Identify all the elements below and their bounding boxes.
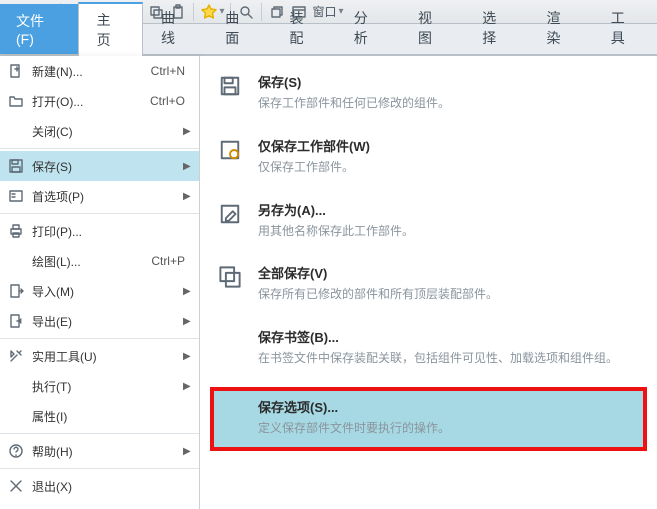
menu-label: 绘图(L)... — [26, 253, 151, 270]
chevron-right-icon: ▶ — [183, 381, 193, 392]
export-icon — [6, 313, 26, 329]
menu-label: 实用工具(U) — [26, 348, 183, 365]
submenu-title: 保存(S) — [258, 72, 633, 91]
chevron-right-icon: ▶ — [183, 286, 193, 297]
menu-export[interactable]: 导出(E) ▶ — [0, 306, 199, 336]
chevron-right-icon: ▶ — [183, 446, 193, 457]
submenu-desc: 在书签文件中保存装配关联，包括组件可见性、加载选项和组件组。 — [258, 350, 633, 367]
menu-shortcut: Ctrl+O — [150, 94, 193, 108]
menu-save[interactable]: 保存(S) ▶ — [0, 151, 199, 181]
print-icon — [6, 223, 26, 239]
submenu-save-options[interactable]: 保存选项(S)... 定义保存部件文件时要执行的操作。 — [210, 387, 647, 451]
file-menu: 新建(N)... Ctrl+N 打开(O)... Ctrl+O 关闭(C) ▶ … — [0, 56, 200, 509]
tab-home[interactable]: 主页 — [78, 2, 143, 56]
tab-assembly[interactable]: 装配 — [271, 2, 335, 54]
tab-curve[interactable]: 曲线 — [143, 2, 207, 54]
tab-view[interactable]: 视图 — [400, 2, 464, 54]
submenu-desc: 仅保存工作部件。 — [258, 159, 633, 176]
tab-select[interactable]: 选择 — [464, 2, 528, 54]
menu-label: 打开(O)... — [26, 93, 150, 110]
blank-icon — [216, 397, 244, 425]
preferences-icon — [6, 188, 26, 204]
menu-preferences[interactable]: 首选项(P) ▶ — [0, 181, 199, 211]
menu-label: 帮助(H) — [26, 443, 183, 460]
help-icon — [6, 443, 26, 459]
exit-icon — [6, 478, 26, 494]
menu-label: 执行(T) — [26, 378, 183, 395]
menu-shortcut: Ctrl+P — [151, 254, 193, 268]
tab-file[interactable]: 文件(F) — [0, 4, 78, 54]
import-icon — [6, 283, 26, 299]
save-icon — [216, 72, 244, 100]
save-submenu: 保存(S) 保存工作部件和任何已修改的组件。 仅保存工作部件(W) 仅保存工作部… — [200, 56, 657, 509]
ribbon-tabs: 文件(F) 主页 曲线 曲面 装配 分析 视图 选择 渲染 工具 — [0, 24, 657, 56]
chevron-right-icon: ▶ — [183, 126, 193, 137]
submenu-save-all[interactable]: 全部保存(V) 保存所有已修改的部件和所有顶层装配部件。 — [200, 253, 657, 317]
submenu-title: 保存书签(B)... — [258, 327, 633, 346]
open-file-icon — [6, 93, 26, 109]
menu-separator — [0, 433, 199, 434]
menu-shortcut: Ctrl+N — [151, 64, 193, 78]
submenu-title: 仅保存工作部件(W) — [258, 136, 633, 155]
tab-render[interactable]: 渲染 — [529, 2, 593, 54]
menu-label: 新建(N)... — [26, 63, 151, 80]
menu-label: 导出(E) — [26, 313, 183, 330]
menu-label: 关闭(C) — [26, 123, 183, 140]
menu-label: 首选项(P) — [26, 188, 183, 205]
submenu-title: 另存为(A)... — [258, 200, 633, 219]
menu-separator — [0, 338, 199, 339]
menu-utilities[interactable]: 实用工具(U) ▶ — [0, 341, 199, 371]
chevron-right-icon: ▶ — [183, 161, 193, 172]
menu-separator — [0, 213, 199, 214]
new-file-icon — [6, 63, 26, 79]
menu-open[interactable]: 打开(O)... Ctrl+O — [0, 86, 199, 116]
chevron-right-icon: ▶ — [183, 351, 193, 362]
save-work-icon — [216, 136, 244, 164]
menu-label: 打印(P)... — [26, 223, 193, 240]
menu-separator — [0, 468, 199, 469]
menu-label: 退出(X) — [26, 478, 193, 495]
menu-separator — [0, 148, 199, 149]
menu-help[interactable]: 帮助(H) ▶ — [0, 436, 199, 466]
menu-label: 保存(S) — [26, 158, 183, 175]
menu-close[interactable]: 关闭(C) ▶ — [0, 116, 199, 146]
submenu-title: 保存选项(S)... — [258, 397, 623, 416]
submenu-save-as[interactable]: 另存为(A)... 用其他名称保存此工作部件。 — [200, 190, 657, 254]
menu-properties[interactable]: 属性(I) — [0, 401, 199, 431]
menu-execute[interactable]: 执行(T) ▶ — [0, 371, 199, 401]
submenu-desc: 用其他名称保存此工作部件。 — [258, 223, 633, 240]
tab-surface[interactable]: 曲面 — [207, 2, 271, 54]
save-icon — [6, 158, 26, 174]
tab-tool[interactable]: 工具 — [593, 2, 657, 54]
menu-exit[interactable]: 退出(X) — [0, 471, 199, 501]
submenu-desc: 定义保存部件文件时要执行的操作。 — [258, 420, 623, 437]
submenu-save[interactable]: 保存(S) 保存工作部件和任何已修改的组件。 — [200, 62, 657, 126]
bookmark-icon — [216, 327, 244, 355]
menu-print[interactable]: 打印(P)... — [0, 216, 199, 246]
menu-label: 导入(M) — [26, 283, 183, 300]
menu-import[interactable]: 导入(M) ▶ — [0, 276, 199, 306]
tab-analyze[interactable]: 分析 — [336, 2, 400, 54]
submenu-save-work-only[interactable]: 仅保存工作部件(W) 仅保存工作部件。 — [200, 126, 657, 190]
save-all-icon — [216, 263, 244, 291]
tools-icon — [6, 348, 26, 364]
file-menu-dropdown: 新建(N)... Ctrl+N 打开(O)... Ctrl+O 关闭(C) ▶ … — [0, 56, 657, 509]
chevron-right-icon: ▶ — [183, 316, 193, 327]
menu-label: 属性(I) — [26, 408, 193, 425]
submenu-desc: 保存所有已修改的部件和所有顶层装配部件。 — [258, 286, 633, 303]
chevron-right-icon: ▶ — [183, 191, 193, 202]
submenu-title: 全部保存(V) — [258, 263, 633, 282]
menu-plot[interactable]: 绘图(L)... Ctrl+P — [0, 246, 199, 276]
menu-new[interactable]: 新建(N)... Ctrl+N — [0, 56, 199, 86]
submenu-desc: 保存工作部件和任何已修改的组件。 — [258, 95, 633, 112]
submenu-save-bookmark[interactable]: 保存书签(B)... 在书签文件中保存装配关联，包括组件可见性、加载选项和组件组… — [200, 317, 657, 381]
save-as-icon — [216, 200, 244, 228]
